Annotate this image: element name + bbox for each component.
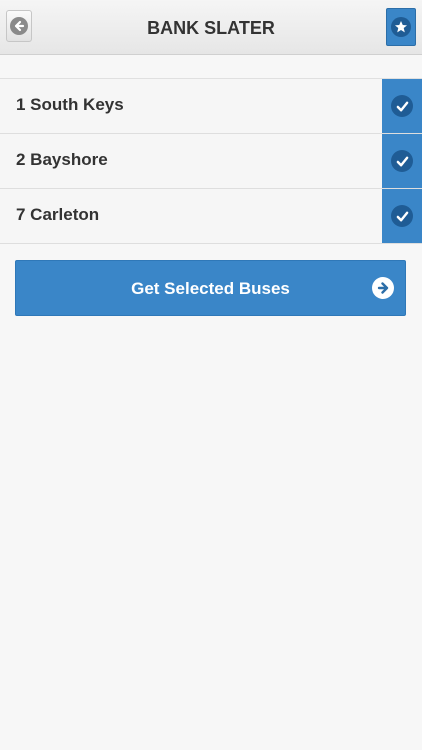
favorite-button[interactable] — [386, 8, 416, 46]
route-checkbox[interactable] — [382, 134, 422, 188]
arrow-left-circle-icon — [10, 17, 28, 35]
route-label: 2 Bayshore — [16, 150, 108, 169]
route-list: 1 South Keys 2 Bayshore 7 Carleton — [0, 78, 422, 244]
button-label: Get Selected Buses — [131, 279, 290, 298]
route-checkbox[interactable] — [382, 189, 422, 243]
page-title: BANK SLATER — [147, 18, 275, 38]
route-label: 7 Carleton — [16, 205, 100, 224]
list-item[interactable]: 2 Bayshore — [0, 134, 422, 189]
checkmark-icon — [391, 150, 413, 172]
get-selected-buses-button[interactable]: Get Selected Buses — [15, 260, 406, 316]
header-bar: BANK SLATER — [0, 0, 422, 55]
star-icon — [391, 17, 411, 37]
back-button[interactable] — [6, 10, 32, 42]
route-checkbox[interactable] — [382, 79, 422, 133]
list-item[interactable]: 1 South Keys — [0, 79, 422, 134]
checkmark-icon — [391, 205, 413, 227]
list-item[interactable]: 7 Carleton — [0, 189, 422, 244]
arrow-right-circle-icon — [372, 277, 394, 299]
screen: BANK SLATER 1 South Keys 2 Bayshore 7 Ca… — [0, 0, 422, 750]
checkmark-icon — [391, 95, 413, 117]
route-label: 1 South Keys — [16, 95, 124, 114]
